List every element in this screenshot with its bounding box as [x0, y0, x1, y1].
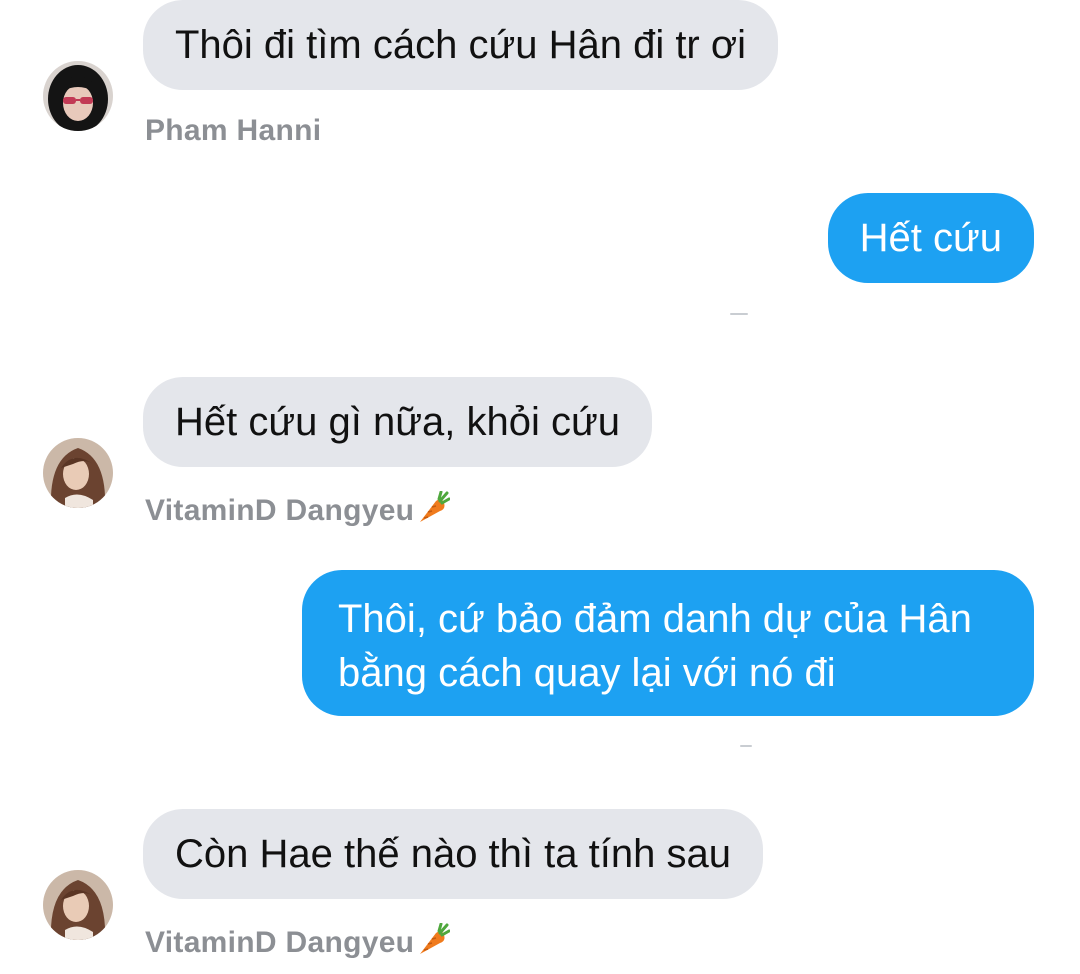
avatar-image [43, 61, 113, 131]
carrot-icon [416, 922, 451, 965]
sender-name: VitaminD Dangyeu [145, 922, 451, 965]
message-bubble-incoming[interactable]: Thôi đi tìm cách cứu Hân đi tr ơi [143, 0, 778, 90]
sender-name: Pham Hanni [145, 114, 322, 147]
message-text: Hết cứu gì nữa, khỏi cứu [175, 400, 620, 444]
read-receipt-mark [740, 745, 752, 747]
message-text: Thôi đi tìm cách cứu Hân đi tr ơi [175, 23, 746, 67]
message-bubble-outgoing[interactable]: Thôi, cứ bảo đảm danh dự của Hân bằng cá… [302, 570, 1034, 716]
message-text: Thôi, cứ bảo đảm danh dự của Hân bằng cá… [338, 597, 972, 695]
message-text: Hết cứu [859, 216, 1002, 260]
message-bubble-incoming[interactable]: Hết cứu gì nữa, khỏi cứu [143, 377, 652, 467]
avatar-pham-hanni[interactable] [43, 61, 113, 131]
avatar-vitamind-dangyeu[interactable] [43, 870, 113, 940]
avatar-image [43, 438, 113, 508]
avatar-vitamind-dangyeu[interactable] [43, 438, 113, 508]
message-bubble-incoming[interactable]: Còn Hae thế nào thì ta tính sau [143, 809, 763, 899]
read-receipt-mark [730, 313, 748, 315]
sender-name: VitaminD Dangyeu [145, 490, 451, 533]
message-bubble-outgoing[interactable]: Hết cứu [827, 193, 1034, 283]
avatar-image [43, 870, 113, 940]
carrot-icon [416, 490, 451, 533]
message-text: Còn Hae thế nào thì ta tính sau [175, 832, 731, 876]
